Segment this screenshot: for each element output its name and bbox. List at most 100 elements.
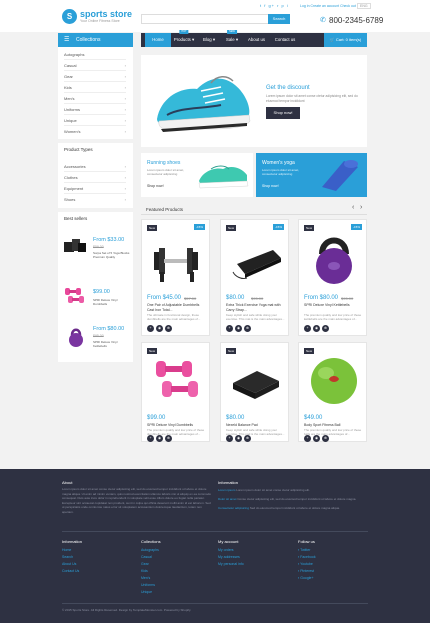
collection-item[interactable]: Unique › [64, 115, 126, 126]
product-name[interactable]: One Pair of Adjustable Dumbbells Cast Ir… [147, 303, 207, 312]
yoga-blocks-image[interactable] [63, 236, 87, 254]
product-type-item[interactable]: Clothes › [64, 172, 126, 183]
footer-link[interactable]: About Us [62, 561, 79, 568]
footer-col-title: Information [62, 539, 83, 544]
view-icon[interactable]: ◉ [313, 435, 320, 442]
footer-link[interactable]: Autographs [141, 547, 159, 554]
footer-link[interactable]: Uniforms [141, 582, 159, 589]
footer-link[interactable]: Contact Us [62, 568, 79, 575]
banner-link[interactable]: Shop now! [147, 184, 164, 188]
product-card[interactable]: New $80.00 Nexeld Balance Pad Keep styli… [220, 342, 289, 442]
footer-link[interactable]: Men's [141, 575, 159, 582]
search-button[interactable]: Search [268, 14, 290, 24]
pink-dumbbells-image[interactable] [63, 285, 87, 305]
best-seller-name[interactable]: SPRI Deluxe Vinyl Dumbbells [93, 298, 131, 306]
banner-running-shoes[interactable]: Running shoes Lorem ipsum dolor sit amet… [141, 153, 253, 197]
menu-about[interactable]: About us [243, 33, 270, 47]
collection-item[interactable]: Casual › [64, 60, 126, 71]
product-type-item[interactable]: Shoes › [64, 194, 126, 205]
exercise-mat-image [229, 236, 283, 286]
quick-view-icon[interactable]: ⊕ [165, 325, 172, 332]
footer-link[interactable]: Kids [141, 568, 159, 575]
footer-link[interactable]: My personal info [218, 561, 244, 568]
facebook-link-label: Facebook [300, 555, 316, 559]
account-links[interactable]: Log in Create an account Check out [300, 4, 356, 8]
footer-link[interactable]: Search [62, 554, 79, 561]
product-actions: + ◉ ⊕ [147, 435, 172, 442]
hero-slider[interactable]: Get the discount Lorem ipsum dolor sit a… [141, 55, 367, 147]
footer-link[interactable]: Casual [141, 554, 159, 561]
product-card[interactable]: New -15% From $45.00 $57.00 One Pair of … [141, 219, 210, 336]
view-icon[interactable]: ◉ [313, 325, 320, 332]
footer-link[interactable]: My addresses [218, 554, 244, 561]
prev-arrow-icon[interactable]: ‹ [352, 204, 354, 211]
best-seller-name[interactable]: SPRI Deluxe Vinyl Kettlebells [93, 340, 131, 348]
footer-info-link[interactable]: Dolor sit amet [218, 497, 237, 501]
add-to-cart-icon[interactable]: + [304, 435, 311, 442]
collection-item[interactable]: Women's › [64, 126, 126, 137]
menu-contact[interactable]: Contact us [270, 33, 300, 47]
product-card[interactable]: New $49.00 Body Sport Fitness Ball The p… [298, 342, 367, 442]
view-icon[interactable]: ◉ [235, 325, 242, 332]
footer-link[interactable]: Unique [141, 589, 159, 596]
social-icons[interactable]: t f g+ r p i [260, 3, 289, 8]
banner-link[interactable]: Shop now! [262, 184, 279, 188]
collection-label: Gear [64, 74, 73, 79]
footer-link[interactable]: Home [62, 547, 79, 554]
quick-view-icon[interactable]: ⊕ [322, 325, 329, 332]
chevron-right-icon: › [124, 186, 126, 191]
language-select[interactable]: ENG [357, 3, 371, 9]
next-arrow-icon[interactable]: › [360, 204, 362, 211]
footer-link[interactable]: Gear [141, 561, 159, 568]
collection-item[interactable]: Uniforms › [64, 104, 126, 115]
product-name[interactable]: Nexeld Balance Pad [226, 423, 286, 428]
kettlebell-image[interactable] [67, 326, 85, 348]
footer-info-link[interactable]: Lorem ipsum [218, 488, 235, 492]
product-name[interactable]: SPRI Deluxe Vinyl Kettlebells [304, 303, 364, 308]
product-name[interactable]: Extra Thick Exercise Yoga mat with Carry… [226, 303, 286, 312]
quick-view-icon[interactable]: ⊕ [165, 435, 172, 442]
menu-products[interactable]: HOT Products ▾ [171, 30, 197, 47]
add-to-cart-icon[interactable]: + [304, 325, 311, 332]
add-to-cart-icon[interactable]: + [226, 325, 233, 332]
product-card[interactable]: New $99.00 SPRI Deluxe Vinyl Dumbbells T… [141, 342, 210, 442]
footer-info-link[interactable]: Consectetur adipisicing [218, 506, 249, 510]
product-type-item[interactable]: Accessories › [64, 161, 126, 172]
banner-womens-yoga[interactable]: Women's yoga Lorem ipsum dolor sit amet,… [256, 153, 367, 197]
footer-link[interactable]: ▪ Pinterest [298, 568, 316, 575]
view-icon[interactable]: ◉ [156, 325, 163, 332]
collection-item[interactable]: Men's › [64, 93, 126, 104]
add-to-cart-icon[interactable]: + [147, 435, 154, 442]
menu-home[interactable]: Home [145, 33, 171, 47]
product-card[interactable]: New -15% From $80.00 $95.00 SPRI Deluxe … [298, 219, 367, 336]
footer-link[interactable]: ▪ Facebook [298, 554, 316, 561]
cart-button[interactable]: 🛒 Cart: 0 item(s) [324, 33, 367, 47]
product-name[interactable]: Body Sport Fitness Ball [304, 423, 364, 428]
footer-link[interactable]: ▪ Google+ [298, 575, 316, 582]
add-to-cart-icon[interactable]: + [147, 325, 154, 332]
product-old-price: $57.00 [184, 296, 197, 301]
quick-view-icon[interactable]: ⊕ [322, 435, 329, 442]
logo-badge[interactable]: S [62, 9, 77, 24]
hero-shop-button[interactable]: Shop now! [266, 107, 300, 119]
best-seller-name[interactable]: Sorpa Set of 5 Yoga Blocks Premium Quali… [93, 251, 131, 259]
quick-view-icon[interactable]: ⊕ [244, 325, 251, 332]
product-name[interactable]: SPRI Deluxe Vinyl Dumbbells [147, 423, 207, 428]
add-to-cart-icon[interactable]: + [226, 435, 233, 442]
product-card[interactable]: New -15% $80.00 $95.00 Extra Thick Exerc… [220, 219, 289, 336]
menu-sale[interactable]: NEW Sale ▾ [221, 30, 243, 47]
logo-name[interactable]: sports store [80, 9, 132, 19]
footer-link[interactable]: ▪ Youtube [298, 561, 316, 568]
footer-link[interactable]: ▪ Twitter [298, 547, 316, 554]
quick-view-icon[interactable]: ⊕ [244, 435, 251, 442]
collection-item[interactable]: Kids › [64, 82, 126, 93]
kettlebell-image [309, 232, 359, 288]
footer-link[interactable]: My orders [218, 547, 244, 554]
view-icon[interactable]: ◉ [156, 435, 163, 442]
view-icon[interactable]: ◉ [235, 435, 242, 442]
collections-header[interactable]: ☰ Collections [58, 33, 133, 47]
menu-blog[interactable]: Blog ▾ [197, 33, 221, 47]
collection-item[interactable]: Autographs [64, 49, 126, 60]
product-type-item[interactable]: Equipment › [64, 183, 126, 194]
collection-item[interactable]: Gear › [64, 71, 126, 82]
